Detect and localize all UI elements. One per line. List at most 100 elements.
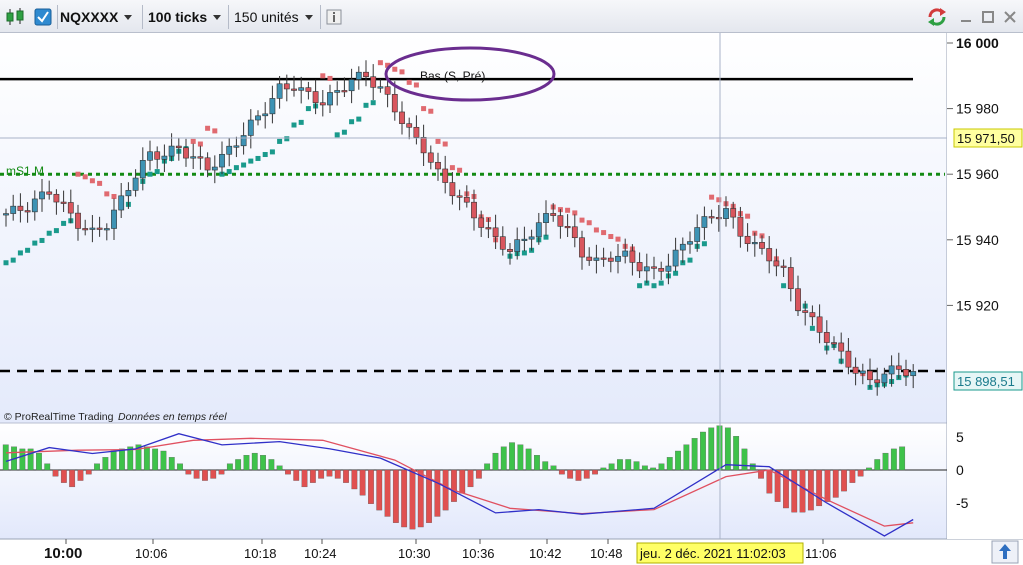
candle-body <box>269 98 276 115</box>
sar-dot <box>745 213 751 219</box>
candle-body <box>463 197 470 203</box>
sar-dot <box>147 171 153 177</box>
candle-body <box>154 151 161 160</box>
minimize-button[interactable] <box>958 5 976 29</box>
refresh-icon <box>928 8 946 26</box>
histogram-bar <box>467 469 474 488</box>
candle-body <box>168 145 175 157</box>
ticks-selector[interactable]: 100 ticks <box>148 5 226 29</box>
time-label: 10:24 <box>304 546 337 561</box>
histogram-bar <box>534 455 540 471</box>
osc-label: 5 <box>956 429 964 445</box>
info-button[interactable] <box>326 5 344 29</box>
time-label: 10:48 <box>590 546 623 561</box>
histogram-bar <box>119 448 125 471</box>
histogram-bar <box>841 469 847 492</box>
sar-dot <box>284 136 290 142</box>
sar-dot <box>565 207 571 213</box>
cursor-time-value: jeu. 2 déc. 2021 11:02:03 <box>639 546 786 561</box>
sar-dot <box>334 132 340 138</box>
credit-brand: © ProRealTime Trading <box>4 411 114 423</box>
sar-dot <box>154 169 160 175</box>
candle-body <box>687 241 693 245</box>
candle-body <box>550 213 557 216</box>
candle-body <box>672 249 679 267</box>
histogram-bar <box>160 450 167 471</box>
check-button[interactable] <box>32 5 56 29</box>
sar-dot <box>421 106 427 112</box>
candle-body <box>852 366 859 374</box>
candle-body <box>53 193 60 203</box>
candle-body <box>643 266 650 272</box>
histogram-bar <box>293 469 300 481</box>
histogram-bar <box>617 459 623 471</box>
candle-body <box>10 205 17 214</box>
candle-body <box>240 135 247 147</box>
scroll-button[interactable] <box>991 540 1019 564</box>
sar-dot <box>377 60 383 66</box>
histogram-bar <box>343 469 349 483</box>
histogram-bar <box>832 469 839 498</box>
candle-body <box>75 212 81 229</box>
histogram-bar <box>442 469 449 511</box>
candle-body <box>593 257 600 261</box>
sar-dot <box>75 171 81 177</box>
candle-body <box>139 160 146 179</box>
candle-body <box>802 310 809 313</box>
histogram-bar <box>866 467 872 471</box>
histogram-bar <box>210 469 217 479</box>
sar-dot <box>615 236 621 242</box>
sar-dot <box>428 108 434 114</box>
time-label: 10:06 <box>135 546 168 561</box>
time-label: 11:06 <box>805 546 837 561</box>
price-label: 15 920 <box>956 297 999 313</box>
candle-body <box>291 88 297 91</box>
sar-dot <box>651 283 657 289</box>
histogram-bar <box>409 469 416 530</box>
sar-dot <box>809 325 815 331</box>
sar-dot <box>701 241 707 247</box>
histogram-bar <box>218 469 225 475</box>
histogram-bar <box>799 469 806 513</box>
sar-dot <box>673 270 679 276</box>
symbol-selector[interactable]: NQXXXX <box>60 5 140 29</box>
sar-dot <box>25 247 31 253</box>
sar-dot <box>262 152 268 158</box>
sar-dot <box>305 106 311 112</box>
candle-body <box>845 350 852 368</box>
time-label: 10:00 <box>44 545 82 562</box>
sar-dot <box>716 197 722 203</box>
candle-body <box>147 151 153 161</box>
sar-dot <box>97 180 103 186</box>
candle-body <box>103 228 110 231</box>
sar-dot <box>205 125 211 131</box>
chevron-down-icon <box>213 14 222 20</box>
sar-dot <box>248 158 254 164</box>
histogram-bar <box>608 463 615 471</box>
sar-dot <box>442 141 448 147</box>
candle-body <box>867 370 873 381</box>
candle-body <box>795 288 801 311</box>
sar-dot <box>89 178 95 184</box>
chevron-down-icon <box>304 14 313 20</box>
price-chart[interactable]: Bas (S, Pré) mS1 M © ProRealTime Trading… <box>0 33 1023 565</box>
candle-body <box>370 76 377 88</box>
refresh-button[interactable] <box>925 5 951 29</box>
candle-body <box>881 373 888 384</box>
maximize-button[interactable] <box>980 5 998 29</box>
candle-body <box>219 153 225 168</box>
sar-dot <box>521 250 527 256</box>
histogram-bar <box>185 469 192 475</box>
candle-body <box>485 227 492 230</box>
histogram-bar <box>600 467 607 471</box>
histogram-bar <box>44 463 51 471</box>
candle-body <box>406 123 413 128</box>
chart-type-button[interactable] <box>4 5 30 29</box>
candle-body <box>132 177 139 191</box>
sar-dot <box>687 257 693 263</box>
close-button[interactable] <box>1002 5 1020 29</box>
candle-body <box>226 145 233 155</box>
sar-dot <box>277 138 283 144</box>
candle-body <box>694 227 701 242</box>
units-selector[interactable]: 150 unités <box>234 5 320 29</box>
